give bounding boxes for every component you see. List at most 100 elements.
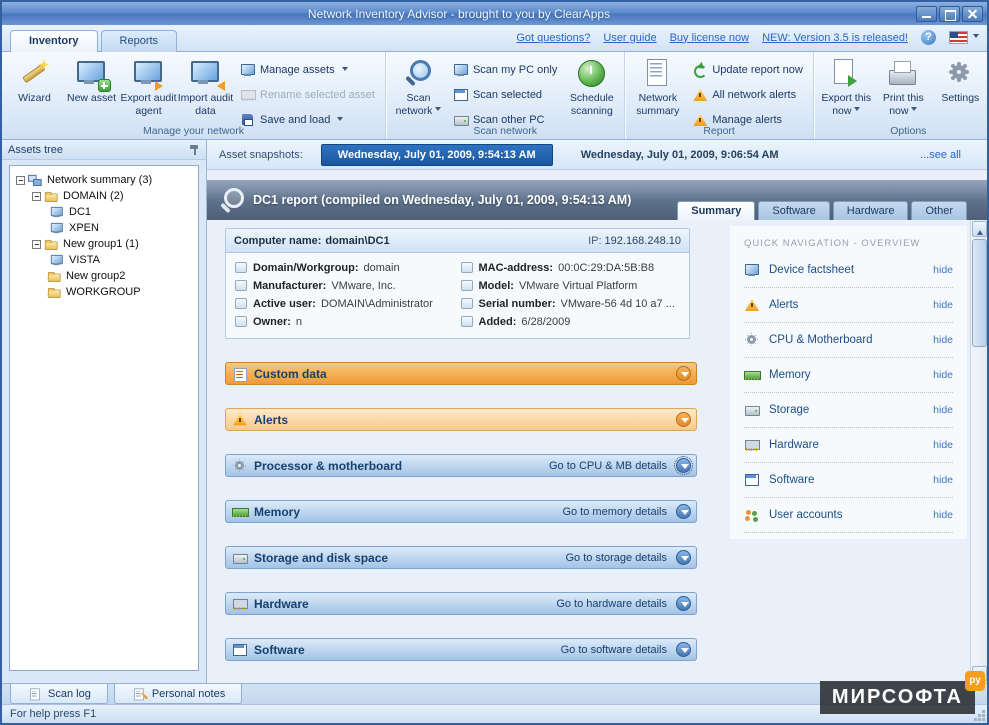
section-custom-data[interactable]: Custom data	[225, 362, 697, 385]
scan-my-pc-icon	[453, 62, 469, 78]
scan-selected-button[interactable]: Scan selected	[453, 87, 557, 103]
language-selector[interactable]	[949, 31, 979, 44]
wizard-button[interactable]: Wizard	[6, 54, 63, 123]
field-active-user: Active user:DOMAIN\Administrator	[234, 297, 456, 310]
hide-link[interactable]: hide	[933, 264, 953, 276]
quick-nav-device-factsheet[interactable]: Device factsheet hide	[744, 253, 953, 288]
quick-nav-hardware[interactable]: Hardware hide	[744, 428, 953, 463]
scan-my-pc-button[interactable]: Scan my PC only	[453, 62, 557, 78]
schedule-scanning-button[interactable]: Schedule scanning	[563, 54, 620, 123]
maximize-icon[interactable]	[939, 6, 960, 22]
settings-button[interactable]: Settings	[932, 54, 989, 123]
scan-log-button[interactable]: Scan log	[10, 684, 108, 704]
custom-data-icon	[232, 366, 248, 382]
snapshot-previous-button[interactable]: Wednesday, July 01, 2009, 9:06:54 AM	[571, 145, 789, 165]
tree-item-new-group2[interactable]: New group2	[12, 268, 196, 284]
tree-item-xpen[interactable]: XPEN	[12, 220, 196, 236]
tab-hardware[interactable]: Hardware	[833, 201, 909, 220]
export-audit-agent-button[interactable]: Export audit agent	[120, 54, 177, 123]
go-to-cpu-details-link[interactable]: Go to CPU & MB details	[549, 460, 667, 472]
rename-asset-label: Rename selected asset	[260, 89, 375, 101]
tree-item-label: Network summary (3)	[47, 174, 152, 186]
tree-item-domain[interactable]: DOMAIN (2)	[12, 188, 196, 204]
tree-item-vista[interactable]: VISTA	[12, 252, 196, 268]
scrollbar-thumb[interactable]	[972, 239, 987, 347]
tab-inventory[interactable]: Inventory	[10, 30, 98, 52]
network-summary-button[interactable]: Network summary	[629, 54, 686, 123]
personal-notes-button[interactable]: Personal notes	[114, 684, 242, 704]
tab-reports[interactable]: Reports	[101, 30, 178, 52]
chevron-down-icon[interactable]	[676, 412, 691, 427]
computer-factsheet: Computer name: domain\DC1 IP:192.168.248…	[225, 228, 690, 339]
quick-nav-memory[interactable]: Memory hide	[744, 358, 953, 393]
manage-assets-button[interactable]: Manage assets	[240, 62, 375, 78]
go-to-storage-details-link[interactable]: Go to storage details	[565, 552, 667, 564]
pin-icon[interactable]	[189, 143, 200, 157]
hide-link[interactable]: hide	[933, 404, 953, 416]
hide-link[interactable]: hide	[933, 299, 953, 311]
print-icon	[886, 58, 920, 90]
chevron-down-icon[interactable]	[676, 596, 691, 611]
link-new-version[interactable]: NEW: Version 3.5 is released!	[762, 32, 908, 44]
chevron-down-icon[interactable]	[676, 550, 691, 565]
collapse-icon[interactable]	[32, 240, 41, 249]
hide-link[interactable]: hide	[933, 474, 953, 486]
arrow-badge-icon	[155, 79, 168, 92]
quick-nav-user-accounts[interactable]: User accounts hide	[744, 498, 953, 533]
see-all-link[interactable]: ...see all	[920, 149, 975, 161]
link-buy-license[interactable]: Buy license now	[670, 32, 750, 44]
personal-notes-label: Personal notes	[152, 688, 225, 700]
chevron-down-icon[interactable]	[676, 504, 691, 519]
go-to-memory-details-link[interactable]: Go to memory details	[562, 506, 667, 518]
section-storage[interactable]: Storage and disk space Go to storage det…	[225, 546, 697, 569]
all-network-alerts-button[interactable]: All network alerts	[692, 87, 803, 103]
quick-nav-software[interactable]: Software hide	[744, 463, 953, 498]
minimize-icon[interactable]	[916, 6, 937, 22]
tree-item-dc1[interactable]: DC1	[12, 204, 196, 220]
vertical-scrollbar[interactable]	[970, 220, 987, 683]
scroll-up-icon[interactable]	[972, 221, 987, 237]
tree-item-new-group1[interactable]: New group1 (1)	[12, 236, 196, 252]
import-data-label: Import audit data	[177, 92, 234, 117]
new-asset-button[interactable]: New asset	[63, 54, 120, 123]
section-hardware[interactable]: Hardware Go to hardware details	[225, 592, 697, 615]
hide-link[interactable]: hide	[933, 334, 953, 346]
update-report-button[interactable]: Update report now	[692, 62, 803, 78]
ribbon: Wizard New asset Export audit agent Impo…	[2, 52, 987, 140]
close-icon[interactable]	[962, 6, 983, 22]
import-audit-data-button[interactable]: Import audit data	[177, 54, 234, 123]
print-this-now-button[interactable]: Print this now	[875, 54, 932, 123]
quick-nav-cpu-motherboard[interactable]: CPU & Motherboard hide	[744, 323, 953, 358]
tab-summary[interactable]: Summary	[677, 201, 755, 220]
snapshot-selected-button[interactable]: Wednesday, July 01, 2009, 9:54:13 AM	[321, 144, 553, 166]
rename-asset-button[interactable]: Rename selected asset	[240, 87, 375, 103]
section-alerts[interactable]: Alerts	[225, 408, 697, 431]
tree-item-network-summary[interactable]: Network summary (3)	[12, 172, 196, 188]
hide-link[interactable]: hide	[933, 439, 953, 451]
collapse-icon[interactable]	[32, 192, 41, 201]
chevron-down-icon[interactable]	[676, 642, 691, 657]
section-processor-motherboard[interactable]: Processor & motherboard Go to CPU & MB d…	[225, 454, 697, 477]
chevron-down-icon[interactable]	[676, 458, 691, 473]
quick-nav-storage[interactable]: Storage hide	[744, 393, 953, 428]
go-to-hardware-details-link[interactable]: Go to hardware details	[556, 598, 667, 610]
tree-item-workgroup[interactable]: WORKGROUP	[12, 284, 196, 300]
section-software[interactable]: Software Go to software details	[225, 638, 697, 661]
help-icon[interactable]: ?	[921, 30, 936, 45]
new-asset-icon	[75, 58, 109, 90]
chevron-down-icon[interactable]	[676, 366, 691, 381]
hide-link[interactable]: hide	[933, 509, 953, 521]
tab-other[interactable]: Other	[911, 201, 967, 220]
hide-link[interactable]: hide	[933, 369, 953, 381]
link-got-questions[interactable]: Got questions?	[516, 32, 590, 44]
export-this-now-button[interactable]: Export this now	[818, 54, 875, 123]
scan-network-button[interactable]: Scan network	[390, 54, 447, 123]
quick-nav-alerts[interactable]: Alerts hide	[744, 288, 953, 323]
memory-icon	[744, 367, 760, 383]
go-to-software-details-link[interactable]: Go to software details	[561, 644, 667, 656]
link-user-guide[interactable]: User guide	[603, 32, 656, 44]
cpu-icon	[744, 332, 760, 348]
tab-software[interactable]: Software	[758, 201, 829, 220]
collapse-icon[interactable]	[16, 176, 25, 185]
section-memory[interactable]: Memory Go to memory details	[225, 500, 697, 523]
